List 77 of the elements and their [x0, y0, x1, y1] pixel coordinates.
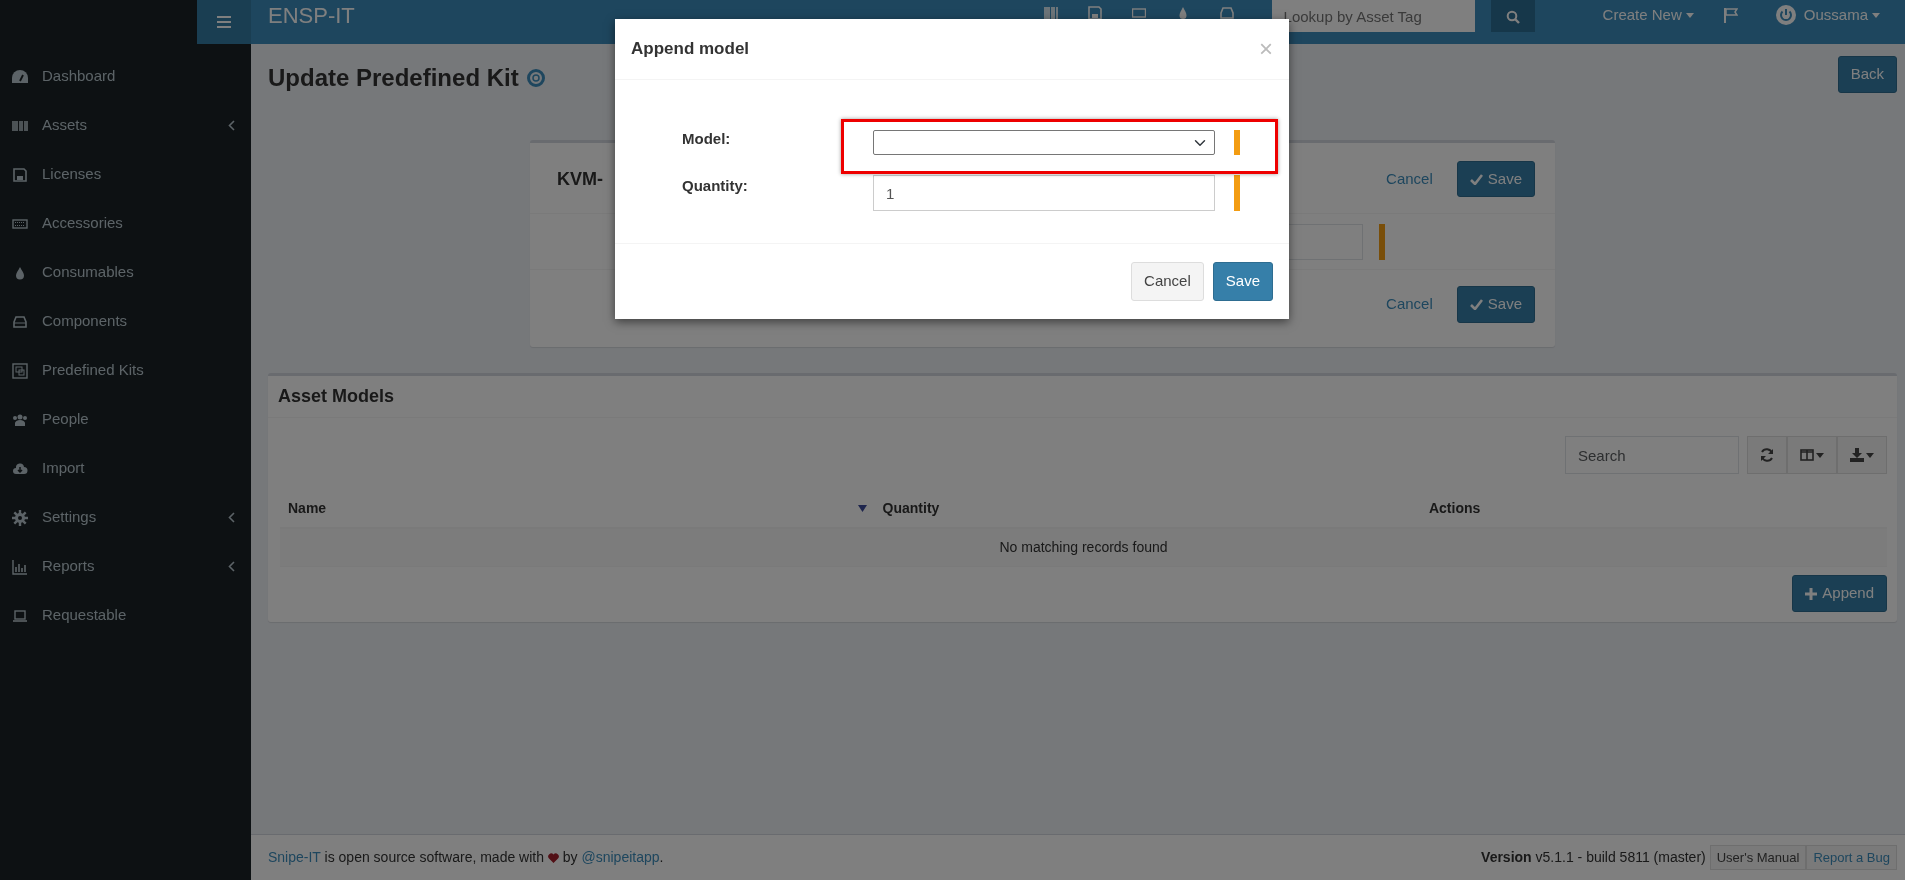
bug-report-link[interactable]: Report a Bug	[1806, 844, 1897, 871]
sidebar-item[interactable]: Consumables	[0, 248, 251, 297]
sidebar-item[interactable]: Import	[0, 444, 251, 493]
sidebar-item[interactable]: Reports	[0, 542, 251, 591]
laptop-icon	[12, 607, 28, 624]
barcode-icon[interactable]	[1043, 6, 1058, 20]
help-icon[interactable]	[526, 69, 545, 88]
footer-credit: Snipe-IT is open source software, made with by @snipeitapp.	[268, 848, 664, 867]
caret-icon	[1685, 12, 1694, 18]
back-button[interactable]: Back	[1837, 56, 1897, 93]
check-icon	[1469, 173, 1483, 185]
page-title: Update Predefined Kit	[268, 64, 519, 93]
plus-icon	[1805, 587, 1818, 600]
save-button[interactable]: Save	[1456, 286, 1535, 323]
gear-icon	[12, 509, 28, 526]
column-header[interactable]: Quantity	[882, 498, 940, 520]
sidebar-item[interactable]: People	[0, 395, 251, 444]
search-button[interactable]	[1490, 0, 1535, 32]
sidebar-item[interactable]: Assets	[0, 101, 251, 150]
sidebar-item[interactable]: Accessories	[0, 199, 251, 248]
modal-title: Append model	[631, 38, 750, 60]
sidebar-item[interactable]: Requestable	[0, 591, 251, 640]
heart-icon	[547, 853, 559, 864]
menu-button[interactable]	[197, 0, 251, 44]
asset-tag-search-field[interactable]: Lookup by Asset Tag	[1271, 0, 1475, 32]
sidebar-item[interactable]: Components	[0, 297, 251, 346]
create-new-menu[interactable]: Create New	[1602, 3, 1694, 27]
panel-title: Asset Models	[278, 385, 396, 408]
object-group-icon	[12, 362, 28, 379]
check-icon	[1469, 299, 1483, 311]
column-header[interactable]: Name	[288, 498, 327, 520]
export-button[interactable]	[1837, 436, 1887, 475]
cancel-button[interactable]: Cancel	[1131, 262, 1204, 301]
save-button[interactable]: Save	[1212, 262, 1273, 301]
floppy-icon[interactable]	[1087, 6, 1102, 20]
save-button[interactable]: Save	[1456, 160, 1535, 198]
menu-icon	[217, 16, 231, 28]
empty-message: No matching records found	[999, 539, 1168, 556]
caret-icon	[1816, 452, 1824, 458]
sidebar-item[interactable]: Settings	[0, 493, 251, 542]
field-label: Quantity:	[681, 175, 749, 196]
caret-icon	[1866, 452, 1874, 458]
search-icon	[1505, 9, 1520, 24]
footer-link[interactable]: @snipeitapp	[581, 849, 660, 865]
columns-button[interactable]	[1787, 436, 1837, 475]
sidebar-item[interactable]: Dashboard	[0, 52, 251, 101]
caret-icon	[1872, 12, 1880, 18]
keyboard-icon[interactable]	[1131, 6, 1146, 20]
flag-icon[interactable]	[1723, 7, 1738, 23]
field-label: Model:	[681, 129, 732, 150]
floppy-icon	[12, 166, 28, 183]
footer-link[interactable]: Snipe-IT	[268, 849, 321, 865]
drive-icon	[12, 313, 28, 330]
cancel-link[interactable]: Cancel	[1386, 293, 1433, 316]
manual-link[interactable]: User's Manual	[1709, 844, 1807, 871]
user-menu[interactable]: Oussama	[1803, 3, 1880, 27]
brand-logo-text[interactable]: ENSP-IT	[268, 0, 355, 32]
refresh-button[interactable]	[1747, 436, 1787, 475]
power-icon[interactable]	[1775, 5, 1796, 25]
download-icon	[1850, 448, 1864, 463]
table-search-field[interactable]: Search	[1565, 436, 1739, 475]
append-button[interactable]: Append	[1792, 575, 1887, 612]
drive-icon[interactable]	[1219, 6, 1234, 20]
cloud-download-icon	[12, 460, 28, 477]
gauge-icon	[12, 68, 28, 85]
close-button[interactable]: ×	[1259, 37, 1273, 61]
column-header[interactable]: Actions	[1428, 498, 1481, 520]
model-select[interactable]	[873, 130, 1215, 155]
cancel-link[interactable]: Cancel	[1386, 167, 1433, 191]
version-text: Version v5.1.1 - build 5811 (master)	[1481, 848, 1706, 867]
quantity-field[interactable]: 1	[873, 175, 1215, 211]
kit-name: KVM-	[557, 167, 603, 191]
refresh-icon	[1760, 448, 1774, 463]
sidebar-item[interactable]: Predefined Kits	[0, 346, 251, 395]
columns-icon	[1800, 449, 1814, 462]
bar-chart-icon	[12, 558, 28, 575]
sidebar-item[interactable]: Licenses	[0, 150, 251, 199]
